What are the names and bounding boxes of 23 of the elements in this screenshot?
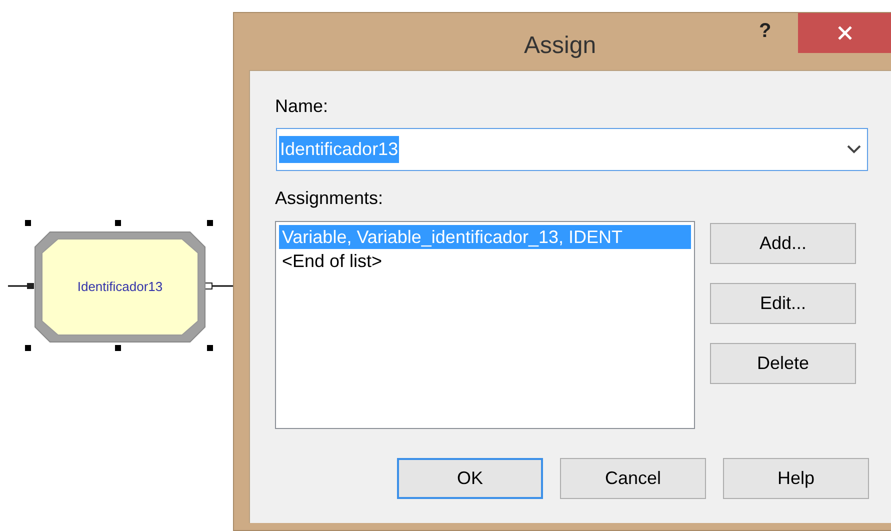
dialog-button[interactable]: Edit...: [710, 283, 856, 324]
selection-handle[interactable]: [115, 345, 121, 351]
dialog-button[interactable]: Help: [723, 458, 869, 499]
help-button[interactable]: ?: [759, 21, 772, 41]
module-shape[interactable]: [34, 232, 206, 342]
module-label: Identificador13: [76, 278, 164, 296]
dialog-button[interactable]: Add...: [710, 223, 856, 264]
assignments-label: Assignments:: [275, 187, 384, 210]
list-item[interactable]: <End of list>: [279, 249, 691, 273]
dialog-button[interactable]: Cancel: [560, 458, 706, 499]
dialog-button[interactable]: OK: [397, 458, 543, 499]
selection-handle[interactable]: [115, 220, 121, 226]
selection-handle[interactable]: [25, 220, 31, 226]
close-icon: [838, 26, 852, 40]
dialog-button[interactable]: Delete: [710, 343, 856, 384]
name-value: Identificador13: [279, 136, 400, 163]
name-label: Name:: [275, 95, 328, 118]
selection-handle[interactable]: [25, 345, 31, 351]
selection-handle[interactable]: [207, 220, 213, 226]
connector-line: [8, 283, 34, 289]
window-title: Assign: [524, 31, 596, 61]
selection-handle[interactable]: [207, 345, 213, 351]
close-button[interactable]: [798, 13, 891, 53]
